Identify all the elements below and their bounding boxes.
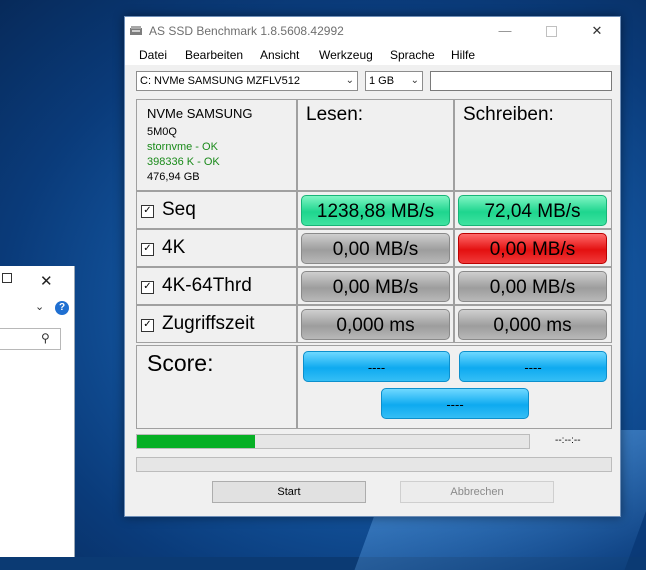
seq-write-result: 72,04 MB/s — [458, 195, 607, 226]
drive-model: NVMe SAMSUNG — [147, 106, 253, 121]
4k-read-cell: 0,00 MB/s — [297, 229, 454, 267]
minimize-button[interactable]: — — [482, 17, 528, 45]
read-header-label: Lesen: — [306, 104, 364, 125]
maximize-icon — [545, 26, 557, 38]
score-read: ---- — [303, 351, 450, 382]
menu-datei[interactable]: Datei — [139, 48, 167, 62]
score-label: Score: — [147, 350, 214, 376]
cancel-button[interactable]: Abbrechen — [400, 481, 554, 503]
row-seq-label-cell[interactable]: ✓ Seq — [136, 191, 297, 229]
maximize-button[interactable] — [528, 17, 574, 45]
row-4k64-text: 4K-64Thrd — [162, 275, 252, 296]
write-column-header: Schreiben: — [454, 99, 612, 191]
row-access-text: Zugriffszeit — [162, 313, 255, 334]
seq-read-cell: 1238,88 MB/s — [297, 191, 454, 229]
maximize-icon[interactable] — [2, 273, 12, 283]
progress-bar-fill — [137, 435, 255, 448]
background-explorer-window[interactable]: ✕ ⌄ ? ⚲ — [0, 266, 75, 557]
checkbox-access[interactable]: ✓ — [141, 319, 154, 332]
menu-werkzeug[interactable]: Werkzeug — [319, 48, 373, 62]
app-icon — [130, 26, 142, 35]
menubar: Datei Bearbeiten Ansicht Werkzeug Sprach… — [125, 45, 620, 65]
drive-select-value: C: NVMe SAMSUNG MZFLV512 — [140, 75, 300, 87]
menu-ansicht[interactable]: Ansicht — [260, 48, 299, 62]
secondary-progress-bar — [136, 457, 612, 472]
drive-firmware: 5M0Q — [147, 126, 177, 138]
name-input[interactable] — [430, 71, 612, 91]
access-read-cell: 0,000 ms — [297, 305, 454, 343]
row-4k-label-cell[interactable]: ✓ 4K — [136, 229, 297, 267]
4k64-read-result: 0,00 MB/s — [301, 271, 450, 302]
drive-info-panel: NVMe SAMSUNG 5M0Q stornvme - OK 398336 K… — [136, 99, 297, 191]
drive-select[interactable]: C: NVMe SAMSUNG MZFLV512 ⌄ — [136, 71, 358, 91]
read-column-header: Lesen: — [297, 99, 454, 191]
help-icon[interactable]: ? — [55, 301, 69, 315]
score-label-cell: Score: — [136, 345, 297, 429]
search-icon: ⚲ — [41, 331, 50, 345]
4k-write-cell: 0,00 MB/s — [454, 229, 612, 267]
close-button[interactable]: ✕ — [574, 17, 620, 45]
row-seq-text: Seq — [162, 199, 196, 220]
row-seq-label[interactable]: ✓ Seq — [141, 199, 196, 221]
chevron-down-icon: ⌄ — [345, 75, 354, 86]
alignment-status: 398336 K - OK — [147, 156, 220, 168]
row-access-label-cell[interactable]: ✓ Zugriffszeit — [136, 305, 297, 343]
4k-read-result: 0,00 MB/s — [301, 233, 450, 264]
start-button[interactable]: Start — [212, 481, 366, 503]
4k64-write-result: 0,00 MB/s — [458, 271, 607, 302]
as-ssd-window: AS SSD Benchmark 1.8.5608.42992 — ✕ Date… — [124, 16, 621, 517]
elapsed-time: --:--:-- — [555, 435, 581, 446]
seq-read-result: 1238,88 MB/s — [301, 195, 450, 226]
chevron-down-icon[interactable]: ⌄ — [35, 300, 44, 313]
search-input[interactable]: ⚲ — [0, 328, 61, 350]
size-select-value: 1 GB — [369, 75, 395, 87]
chevron-down-icon: ⌄ — [410, 75, 419, 86]
4k64-read-cell: 0,00 MB/s — [297, 267, 454, 305]
close-icon[interactable]: ✕ — [40, 272, 53, 290]
checkbox-seq[interactable]: ✓ — [141, 205, 154, 218]
write-header-label: Schreiben: — [463, 104, 554, 125]
access-read-result: 0,000 ms — [301, 309, 450, 340]
seq-write-cell: 72,04 MB/s — [454, 191, 612, 229]
checkbox-4k64[interactable]: ✓ — [141, 281, 154, 294]
row-4k64-label-cell[interactable]: ✓ 4K-64Thrd — [136, 267, 297, 305]
row-4k-label[interactable]: ✓ 4K — [141, 237, 185, 259]
row-access-label[interactable]: ✓ Zugriffszeit — [141, 313, 255, 335]
menu-sprache[interactable]: Sprache — [390, 48, 435, 62]
row-4k-text: 4K — [162, 237, 186, 258]
4k-write-result: 0,00 MB/s — [458, 233, 607, 264]
access-write-result: 0,000 ms — [458, 309, 607, 340]
window-title: AS SSD Benchmark 1.8.5608.42992 — [149, 24, 344, 38]
score-total: ---- — [381, 388, 529, 419]
checkbox-4k[interactable]: ✓ — [141, 243, 154, 256]
drive-capacity: 476,94 GB — [147, 171, 200, 183]
access-write-cell: 0,000 ms — [454, 305, 612, 343]
score-write: ---- — [459, 351, 607, 382]
driver-status: stornvme - OK — [147, 141, 218, 153]
menu-bearbeiten[interactable]: Bearbeiten — [185, 48, 243, 62]
menu-hilfe[interactable]: Hilfe — [451, 48, 475, 62]
score-values-cell: ---- ---- ---- — [297, 345, 612, 429]
4k64-write-cell: 0,00 MB/s — [454, 267, 612, 305]
size-select[interactable]: 1 GB ⌄ — [365, 71, 423, 91]
row-4k64-label[interactable]: ✓ 4K-64Thrd — [141, 275, 252, 297]
progress-bar — [136, 434, 530, 449]
titlebar: AS SSD Benchmark 1.8.5608.42992 — ✕ — [125, 17, 620, 45]
